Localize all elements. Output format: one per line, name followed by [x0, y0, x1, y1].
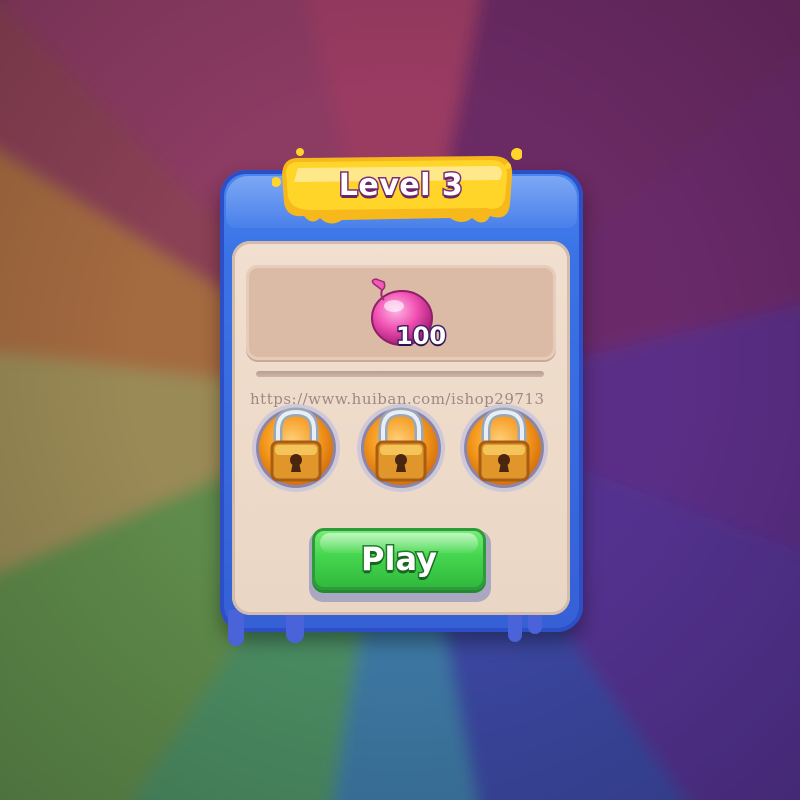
frame-drip — [528, 612, 542, 634]
locked-slot-3[interactable] — [458, 402, 550, 494]
padlock-icon — [357, 404, 445, 492]
locked-slot-1[interactable] — [250, 402, 342, 494]
locked-slot-2[interactable] — [355, 402, 447, 494]
divider — [256, 371, 544, 377]
play-button-label: Play — [360, 539, 439, 580]
frame-drip — [508, 612, 522, 642]
frame-drip — [286, 615, 304, 643]
play-button[interactable]: Play — [312, 528, 486, 590]
level-title: Level 3 — [337, 167, 464, 205]
frame-drip — [228, 610, 244, 646]
reward-amount: 100 — [395, 321, 448, 352]
padlock-icon — [460, 404, 548, 492]
padlock-icon — [252, 404, 340, 492]
